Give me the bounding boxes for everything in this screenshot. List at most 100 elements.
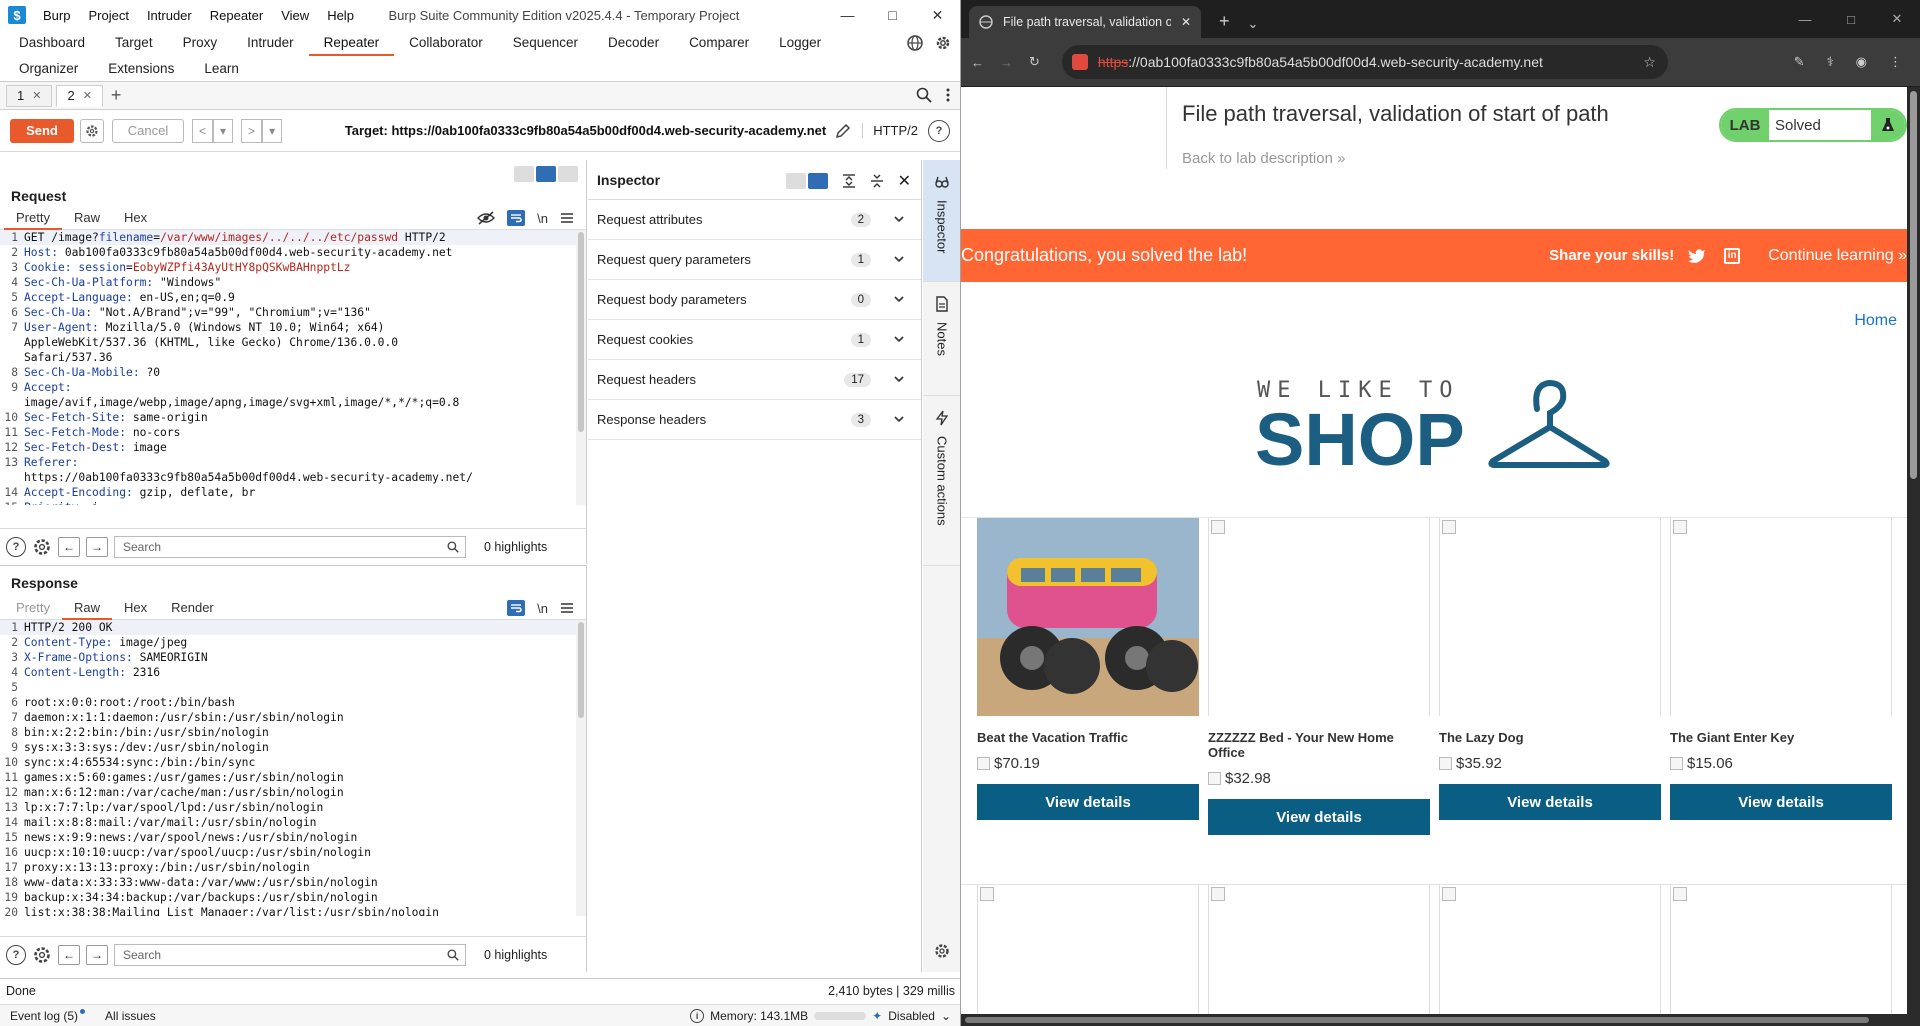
inspector-section[interactable]: Request query parameters 1 xyxy=(588,240,921,280)
cancel-button[interactable]: Cancel xyxy=(112,118,184,143)
view-details-button[interactable]: View details xyxy=(977,784,1199,820)
twitter-icon[interactable] xyxy=(1688,248,1706,264)
hide-eye-icon[interactable] xyxy=(477,210,496,226)
expand-all-icon[interactable] xyxy=(842,173,856,189)
help-icon[interactable]: ? xyxy=(928,119,950,142)
rail-notes[interactable]: Notes xyxy=(923,282,960,396)
previous-match-arrow-icon[interactable]: ← xyxy=(58,536,80,557)
rail-inspector[interactable]: Inspector xyxy=(923,160,960,282)
send-button[interactable]: Send xyxy=(10,118,74,143)
close-icon[interactable]: ✕ xyxy=(1874,0,1920,38)
back-to-description-link[interactable]: Back to lab description » xyxy=(1182,150,1345,167)
chevron-down-icon[interactable] xyxy=(893,213,905,225)
extensions-puzzle-icon[interactable]: ✎ xyxy=(1794,54,1805,70)
forward-dropdown-icon[interactable]: ▾ xyxy=(262,118,283,143)
tab-search-chevron-icon[interactable]: ⌄ xyxy=(1248,16,1259,32)
forward-arrow-icon[interactable]: > xyxy=(241,118,263,143)
word-wrap-icon[interactable] xyxy=(507,210,526,226)
continue-learning-link[interactable]: Continue learning » xyxy=(1768,247,1907,265)
tab-repeater[interactable]: Repeater xyxy=(308,30,395,56)
profile-icon[interactable]: ◉ xyxy=(1856,54,1867,70)
settings-gear-icon[interactable] xyxy=(934,34,952,52)
tab-comparer[interactable]: Comparer xyxy=(674,30,764,56)
new-tab-icon[interactable]: + xyxy=(1219,11,1230,32)
close-tab-icon[interactable]: ✕ xyxy=(83,89,92,102)
chevron-down-icon[interactable] xyxy=(893,333,905,345)
more-vertical-icon[interactable]: ⋮ xyxy=(1889,54,1902,70)
close-inspector-icon[interactable]: ✕ xyxy=(898,171,911,191)
response-scrollbar[interactable] xyxy=(576,620,586,916)
search-settings-gear-icon[interactable] xyxy=(32,945,52,965)
rail-settings-gear-icon[interactable] xyxy=(933,942,951,960)
response-tab-render[interactable]: Render xyxy=(159,600,226,619)
page-horizontal-scrollbar[interactable] xyxy=(961,1014,1907,1026)
newline-toggle-icon[interactable]: \n xyxy=(537,601,548,616)
newline-toggle-icon[interactable]: \n xyxy=(537,211,548,226)
search-settings-gear-icon[interactable] xyxy=(32,537,52,557)
tab-decoder[interactable]: Decoder xyxy=(593,30,674,56)
layout-tabs-icon[interactable] xyxy=(558,166,578,182)
menu-project[interactable]: Project xyxy=(79,8,137,23)
tab-collaborator[interactable]: Collaborator xyxy=(394,30,498,56)
chevron-down-icon[interactable] xyxy=(893,373,905,385)
all-issues-link[interactable]: All issues xyxy=(95,1009,166,1023)
chevron-down-icon[interactable]: ⌄ xyxy=(941,1009,951,1023)
request-tab-hex[interactable]: Hex xyxy=(112,210,159,229)
request-search-input[interactable]: Search xyxy=(114,535,466,558)
send-settings-icon[interactable] xyxy=(80,118,104,143)
inspector-section[interactable]: Request body parameters 0 xyxy=(588,280,921,320)
inspector-section[interactable]: Response headers 3 xyxy=(588,400,921,440)
not-secure-icon[interactable] xyxy=(1071,54,1088,70)
response-tab-raw[interactable]: Raw xyxy=(61,600,112,620)
repeater-tab-1[interactable]: 1 ✕ xyxy=(6,84,53,107)
collapse-all-icon[interactable] xyxy=(870,173,884,189)
bookmark-star-icon[interactable]: ☆ xyxy=(1643,54,1656,71)
tab-intruder[interactable]: Intruder xyxy=(232,30,309,56)
maximize-icon[interactable]: □ xyxy=(870,0,915,30)
repeater-tab-2[interactable]: 2 ✕ xyxy=(56,84,103,107)
tab-sequencer[interactable]: Sequencer xyxy=(498,30,593,56)
previous-match-arrow-icon[interactable]: ← xyxy=(58,944,80,965)
help-icon[interactable]: ? xyxy=(6,944,26,965)
response-tab-hex[interactable]: Hex xyxy=(112,600,159,619)
close-tab-icon[interactable]: ✕ xyxy=(32,89,41,102)
tab-extensions[interactable]: Extensions xyxy=(93,56,189,82)
view-details-button[interactable]: View details xyxy=(1208,799,1430,835)
layout-split-horizontal-icon[interactable] xyxy=(514,166,534,182)
address-bar[interactable]: https://0ab100fa0333c9fb80a54a5b00df00d4… xyxy=(1061,45,1668,79)
back-dropdown-icon[interactable]: ▾ xyxy=(213,118,234,143)
tab-proxy[interactable]: Proxy xyxy=(168,30,233,56)
inspector-section[interactable]: Request attributes 2 xyxy=(588,200,921,240)
more-vertical-icon[interactable] xyxy=(946,87,950,103)
word-wrap-icon[interactable] xyxy=(507,600,526,616)
tab-dashboard[interactable]: Dashboard xyxy=(4,30,100,56)
tab-target[interactable]: Target xyxy=(100,30,168,56)
next-match-arrow-icon[interactable]: → xyxy=(86,944,108,965)
reload-icon[interactable]: ↻ xyxy=(1029,54,1040,70)
linkedin-icon[interactable]: in xyxy=(1724,247,1741,264)
maximize-icon[interactable]: □ xyxy=(1828,0,1874,38)
response-search-input[interactable]: Search xyxy=(114,943,466,966)
inspector-layout-left-icon[interactable] xyxy=(785,173,806,189)
rail-custom-actions[interactable]: Custom actions xyxy=(923,396,960,566)
minimize-icon[interactable]: — xyxy=(825,0,870,30)
globe-icon[interactable] xyxy=(906,34,924,52)
request-tab-raw[interactable]: Raw xyxy=(62,210,112,229)
view-details-button[interactable]: View details xyxy=(1439,784,1661,820)
event-log-link[interactable]: Event log (5) xyxy=(0,1008,95,1023)
minimize-icon[interactable]: — xyxy=(1782,0,1828,38)
inspector-section[interactable]: Request headers 17 xyxy=(588,360,921,400)
request-tab-pretty[interactable]: Pretty xyxy=(4,210,62,230)
back-arrow-icon[interactable]: ← xyxy=(971,55,984,70)
inspector-layout-right-icon[interactable] xyxy=(807,173,828,189)
menu-intruder[interactable]: Intruder xyxy=(138,8,201,23)
menu-icon[interactable] xyxy=(560,212,574,224)
inspector-section[interactable]: Request cookies 1 xyxy=(588,320,921,360)
next-match-arrow-icon[interactable]: → xyxy=(86,536,108,557)
close-icon[interactable]: ✕ xyxy=(915,0,960,30)
tab-organizer[interactable]: Organizer xyxy=(4,56,93,82)
menu-repeater[interactable]: Repeater xyxy=(201,8,272,23)
close-tab-icon[interactable]: ✕ xyxy=(1181,15,1191,29)
request-scrollbar[interactable] xyxy=(576,230,586,505)
menu-help[interactable]: Help xyxy=(318,8,363,23)
